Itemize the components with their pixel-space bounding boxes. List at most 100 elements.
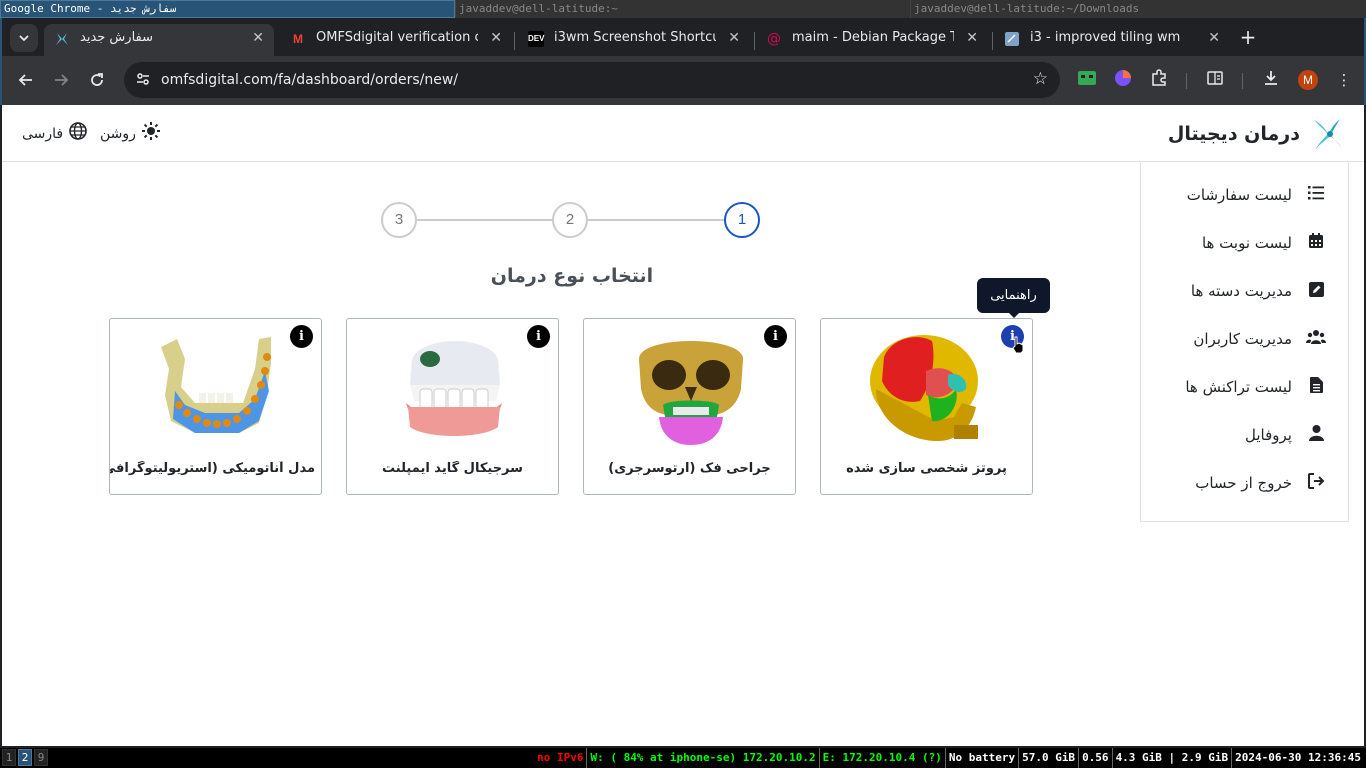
sidebar-item-users[interactable]: مدیریت کاربران xyxy=(1141,324,1350,354)
profile-avatar[interactable]: M xyxy=(1298,70,1318,90)
tab-title: maim - Debian Package T xyxy=(792,30,954,45)
status-disk: 57.0 GiB xyxy=(1019,748,1080,768)
card-label: مدل آناتومیکی (استریولیتوگرافی یا پرینت … xyxy=(110,461,315,476)
theme-toggle[interactable]: روشن xyxy=(100,122,160,145)
debian-icon: @ xyxy=(767,31,781,47)
site-info-icon[interactable] xyxy=(134,71,152,89)
info-icon[interactable]: i xyxy=(290,325,313,348)
tab-separator xyxy=(514,32,515,50)
tab-title: i3wm Screenshot Shortcut xyxy=(554,30,716,45)
sidebar-item-transactions[interactable]: لیست تراکنش ها xyxy=(1141,372,1350,402)
gmail-icon: M xyxy=(293,32,303,46)
dev-icon: DEV xyxy=(528,31,544,47)
workspace-9[interactable]: 9 xyxy=(34,749,48,766)
extensions-puzzle-icon[interactable] xyxy=(1148,69,1170,91)
skull-jaw-surgery-image xyxy=(639,341,743,445)
tab-strip: سفارش جدید ✕ M OMFSdigital verification … xyxy=(2,18,1364,56)
tab-new-order[interactable]: سفارش جدید ✕ xyxy=(44,24,274,56)
close-icon[interactable]: ✕ xyxy=(252,24,264,52)
tab-separator xyxy=(992,32,993,50)
toolbar-separator xyxy=(1242,73,1243,89)
forward-button[interactable] xyxy=(49,68,73,92)
document-icon xyxy=(1306,377,1326,397)
sidebar-item-categories[interactable]: مدیریت دسته ها xyxy=(1141,276,1350,306)
card-label: پروتز شخصی سازی شده xyxy=(846,461,1007,476)
arrow-right-icon xyxy=(55,74,69,86)
treatment-card-jaw-surgery[interactable]: جراحی فک (ارتوسرجری) i xyxy=(583,318,796,495)
close-icon[interactable]: ✕ xyxy=(728,24,740,52)
arrow-left-icon xyxy=(18,74,32,86)
sidebar-item-label: مدیریت دسته ها xyxy=(1190,282,1292,300)
brand[interactable]: درمان دیجیتال xyxy=(1168,114,1346,154)
edit-icon xyxy=(1306,281,1326,301)
tab-title: i3 - improved tiling wm xyxy=(1030,30,1181,45)
tab-debian-package[interactable]: @ maim - Debian Package T ✕ xyxy=(756,24,988,56)
theme-label: روشن xyxy=(100,125,136,142)
status-wifi: W: ( 84% at iphone-se) 172.20.10.2 xyxy=(587,748,820,768)
menu-kebab-icon[interactable]: ⋮ xyxy=(1333,69,1355,91)
web-page: درمان دیجیتال روشن فارسی لیست سفارشات لی… xyxy=(2,105,1364,746)
sidebar-item-label: مدیریت کاربران xyxy=(1193,330,1292,348)
extension-firefox-icon[interactable] xyxy=(1112,69,1134,91)
info-icon[interactable]: i xyxy=(764,325,787,348)
bookmark-star-icon[interactable]: ☆ xyxy=(1033,69,1048,89)
tab-search-button[interactable] xyxy=(10,24,38,52)
user-icon xyxy=(1306,425,1326,445)
sidebar-item-logout[interactable]: خروج از حساب xyxy=(1141,468,1350,498)
reading-list-icon[interactable] xyxy=(1204,69,1226,91)
tab-title: سفارش جدید xyxy=(80,30,154,45)
language-switcher[interactable]: فارسی xyxy=(22,122,87,145)
status-load: 0.56 xyxy=(1079,748,1113,768)
address-bar[interactable]: omfsdigital.com/fa/dashboard/orders/new/… xyxy=(124,62,1060,98)
page-title: انتخاب نوع درمان xyxy=(490,265,654,287)
sidebar-item-profile[interactable]: پروفایل xyxy=(1141,420,1350,450)
brand-name: درمان دیجیتال xyxy=(1167,123,1300,145)
extension-android-icon[interactable] xyxy=(1076,69,1098,91)
omfs-logo-icon xyxy=(54,31,70,47)
info-icon[interactable]: i xyxy=(527,325,550,348)
status-line: no IPv6 W: ( 84% at iphone-se) 172.20.10… xyxy=(534,748,1364,768)
sidebar-item-label: لیست تراکنش ها xyxy=(1185,378,1292,396)
close-icon[interactable]: ✕ xyxy=(1208,24,1220,52)
sidebar-item-label: پروفایل xyxy=(1245,426,1292,444)
tab-gmail[interactable]: M OMFSdigital verification c ✕ xyxy=(280,24,512,56)
tab-dev-article[interactable]: DEV i3wm Screenshot Shortcut ✕ xyxy=(518,24,750,56)
stepper-connector xyxy=(416,219,554,221)
treatment-card-custom-implant[interactable]: پروتز شخصی سازی شده i xyxy=(820,318,1033,495)
close-icon[interactable]: ✕ xyxy=(966,24,978,52)
toolbar-separator xyxy=(1186,73,1187,89)
download-icon[interactable] xyxy=(1260,69,1282,91)
mouse-pointer-icon xyxy=(1012,336,1024,354)
reload-icon xyxy=(91,73,103,86)
i3-status-bar: 1 2 9 no IPv6 W: ( 84% at iphone-se) 172… xyxy=(0,748,1366,768)
browser-toolbar: omfsdigital.com/fa/dashboard/orders/new/… xyxy=(2,56,1364,105)
window-title-terminal-home[interactable]: javaddev@dell-latitude:~ xyxy=(455,0,910,18)
new-tab-button[interactable]: + xyxy=(1236,26,1260,50)
sidebar-item-orders[interactable]: لیست سفارشات xyxy=(1141,180,1350,210)
back-button[interactable] xyxy=(14,68,38,92)
window-title-chrome[interactable]: Google Chrome - سفارش جدید xyxy=(0,0,455,18)
window-title-terminal-downloads[interactable]: javaddev@dell-latitude:~/Downloads xyxy=(910,0,1366,18)
stepper-connector xyxy=(588,219,728,221)
treatment-card-surgical-guide[interactable]: سرجیکال گاید ایمپلنت i xyxy=(346,318,559,495)
omfs-logo-icon xyxy=(1314,119,1342,149)
treatment-card-anatomical-model[interactable]: مدل آناتومیکی (استریولیتوگرافی یا پرینت … xyxy=(109,318,322,495)
workspace-2[interactable]: 2 xyxy=(18,749,32,766)
logout-icon xyxy=(1306,473,1326,493)
chevron-down-icon xyxy=(19,35,29,42)
url-text: omfsdigital.com/fa/dashboard/orders/new/ xyxy=(161,72,459,88)
close-icon[interactable]: ✕ xyxy=(490,24,502,52)
step-3: 3 xyxy=(381,202,417,238)
help-tooltip: راهنمایی xyxy=(977,278,1050,318)
site-header: درمان دیجیتال روشن فارسی xyxy=(2,105,1364,162)
skull-implant-image xyxy=(870,335,978,441)
tab-i3wm[interactable]: i3 - improved tiling wm ✕ xyxy=(994,24,1230,56)
card-label: سرجیکال گاید ایمپلنت xyxy=(382,461,523,476)
reload-button[interactable] xyxy=(85,68,109,92)
workspace-1[interactable]: 1 xyxy=(2,749,16,766)
sidebar-item-label: لیست نوبت ها xyxy=(1201,234,1292,252)
card-label: جراحی فک (ارتوسرجری) xyxy=(608,461,771,476)
status-ipv6: no IPv6 xyxy=(534,748,588,768)
sidebar-item-appointments[interactable]: لیست نوبت ها xyxy=(1141,228,1350,258)
sidebar: لیست سفارشات لیست نوبت ها مدیریت دسته ها… xyxy=(1140,162,1349,522)
